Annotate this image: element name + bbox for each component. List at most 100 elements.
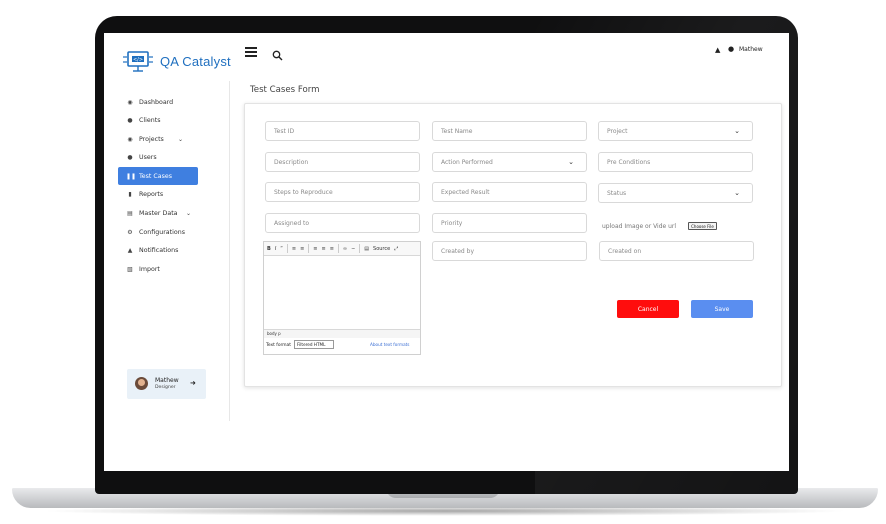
sidebar-item-users[interactable]: ● Users [118, 149, 230, 167]
search-icon[interactable] [272, 46, 283, 61]
sidebar-item-label: Master Data [139, 210, 178, 218]
svg-text:</>: </> [133, 57, 143, 63]
sidebar-item-clients[interactable]: ● Clients [118, 112, 230, 130]
chevron-down-icon: ⌄ [186, 210, 192, 218]
logout-icon[interactable]: ➜ [190, 379, 196, 387]
editor-toolbar: B I “ ≡ ≡ ≡ ≡ ≡ ∞ ∽ ▤ Source ⤢ [264, 242, 420, 256]
maximize-icon[interactable]: ⤢ [394, 246, 398, 252]
created-on-field[interactable]: Created on [599, 241, 754, 261]
page-title: Test Cases Form [250, 85, 320, 95]
app-screen: </> QA Catalyst ▲ ● Mathew ◉ Dashboard ● C… [104, 33, 789, 471]
status-placeholder: Status [607, 189, 627, 197]
bold-icon[interactable]: B [267, 246, 271, 252]
test-id-placeholder: Test ID [274, 127, 295, 135]
sidebar-item-projects[interactable]: ◉ Projects ⌄ [118, 130, 230, 148]
person-icon: ● [127, 117, 133, 125]
gear-icon: ⚙ [127, 228, 133, 236]
about-text-formats-link[interactable]: About text formats [370, 342, 409, 347]
sidebar-item-dashboard[interactable]: ◉ Dashboard [118, 93, 230, 111]
description-field[interactable]: Description [265, 152, 420, 172]
action-performed-placeholder: Action Performed [441, 158, 493, 166]
profile-name: Mathew [155, 377, 179, 384]
sidebar-item-label: Configurations [139, 228, 185, 236]
project-select[interactable]: Project ⌄ [598, 121, 753, 141]
status-select[interactable]: Status ⌄ [598, 183, 753, 203]
person-icon: ● [127, 154, 133, 162]
align-center-icon[interactable]: ≡ [322, 246, 326, 252]
sidebar-item-label: Users [139, 154, 157, 162]
align-left-icon[interactable]: ≡ [313, 246, 317, 252]
link-icon[interactable]: ∞ [343, 246, 347, 252]
priority-placeholder: Priority [441, 219, 463, 227]
steps-field[interactable]: Steps to Reproduce [265, 182, 420, 202]
assigned-to-field[interactable]: Assigned to [265, 213, 420, 233]
sidebar-item-label: Test Cases [139, 172, 173, 180]
test-name-field[interactable]: Test Name [432, 121, 587, 141]
choose-file-button[interactable]: Choose File [688, 222, 717, 230]
profile-role: Designer [155, 385, 176, 390]
sidebar-item-import[interactable]: ▧ Import [118, 260, 230, 278]
pre-conditions-field[interactable]: Pre Conditions [598, 152, 753, 172]
test-cases-icon: ❚❚ [126, 172, 137, 180]
italic-icon[interactable]: I [275, 246, 276, 252]
steps-placeholder: Steps to Reproduce [274, 188, 333, 196]
sidebar-item-reports[interactable]: ▮ Reports [118, 186, 230, 204]
cancel-button[interactable]: Cancel [617, 300, 679, 318]
test-id-field[interactable]: Test ID [265, 121, 420, 141]
user-icon[interactable]: ● [728, 45, 734, 53]
monitor-code-icon: </> [122, 48, 154, 74]
test-name-placeholder: Test Name [441, 127, 473, 135]
expected-result-field[interactable]: Expected Result [432, 182, 587, 202]
dashboard-icon: ◉ [127, 98, 133, 106]
numbered-list-icon[interactable]: ≡ [300, 246, 304, 252]
sidebar-item-notifications[interactable]: ▲ Notifications [118, 242, 230, 260]
editor-content-area[interactable] [264, 256, 420, 328]
align-right-icon[interactable]: ≡ [330, 246, 334, 252]
chevron-down-icon: ⌄ [734, 189, 740, 197]
pre-conditions-placeholder: Pre Conditions [607, 158, 651, 166]
description-placeholder: Description [274, 158, 309, 166]
sidebar-item-master-data[interactable]: ▤ Master Data ⌄ [118, 205, 230, 223]
created-by-placeholder: Created by [441, 247, 475, 255]
quote-icon[interactable]: “ [280, 246, 283, 252]
save-button[interactable]: Save [691, 300, 753, 318]
text-format-label: Text format [266, 343, 291, 348]
menu-toggle-icon[interactable] [245, 47, 257, 57]
bell-icon: ▲ [127, 247, 133, 255]
bullet-list-icon[interactable]: ≡ [292, 246, 296, 252]
bell-icon[interactable]: ▲ [715, 46, 720, 54]
source-icon[interactable]: ▤ [364, 246, 369, 252]
editor-path: body p [264, 329, 420, 338]
chevron-down-icon: ⌄ [734, 127, 740, 135]
created-by-field[interactable]: Created by [432, 241, 587, 261]
rich-text-editor: B I “ ≡ ≡ ≡ ≡ ≡ ∞ ∽ ▤ Source ⤢ body p Te… [263, 241, 421, 355]
sidebar-item-label: Dashboard [139, 98, 174, 106]
avatar [135, 377, 148, 390]
app-logo[interactable]: </> QA Catalyst [122, 47, 231, 75]
unlink-icon[interactable]: ∽ [351, 246, 355, 252]
header-user-name[interactable]: Mathew [739, 46, 763, 53]
sidebar-item-label: Clients [139, 117, 161, 125]
text-format-row: Text format Filtered HTML About text for… [264, 338, 420, 354]
source-button[interactable]: Source [373, 246, 390, 252]
created-on-placeholder: Created on [608, 247, 642, 255]
upload-label: upload Image or Vide url [602, 223, 677, 230]
project-placeholder: Project [607, 127, 628, 135]
action-performed-select[interactable]: Action Performed ⌄ [432, 152, 587, 172]
chevron-down-icon: ⌄ [568, 158, 574, 166]
master-data-icon: ▤ [127, 210, 133, 218]
text-format-select[interactable]: Filtered HTML [294, 340, 334, 349]
priority-field[interactable]: Priority [432, 213, 587, 233]
report-icon: ▮ [128, 191, 132, 199]
sidebar-item-configurations[interactable]: ⚙ Configurations [118, 223, 230, 241]
import-icon: ▧ [127, 265, 133, 273]
expected-result-placeholder: Expected Result [441, 188, 490, 196]
sidebar-item-test-cases[interactable]: ❚❚ Test Cases [118, 167, 198, 186]
sidebar-item-label: Projects [139, 135, 164, 143]
sidebar-item-label: Notifications [139, 247, 179, 255]
sidebar-item-label: Import [139, 265, 160, 273]
sidebar-divider [229, 81, 230, 421]
assigned-to-placeholder: Assigned to [274, 219, 310, 227]
projects-icon: ◉ [127, 135, 133, 143]
sidebar-item-label: Reports [139, 191, 164, 199]
